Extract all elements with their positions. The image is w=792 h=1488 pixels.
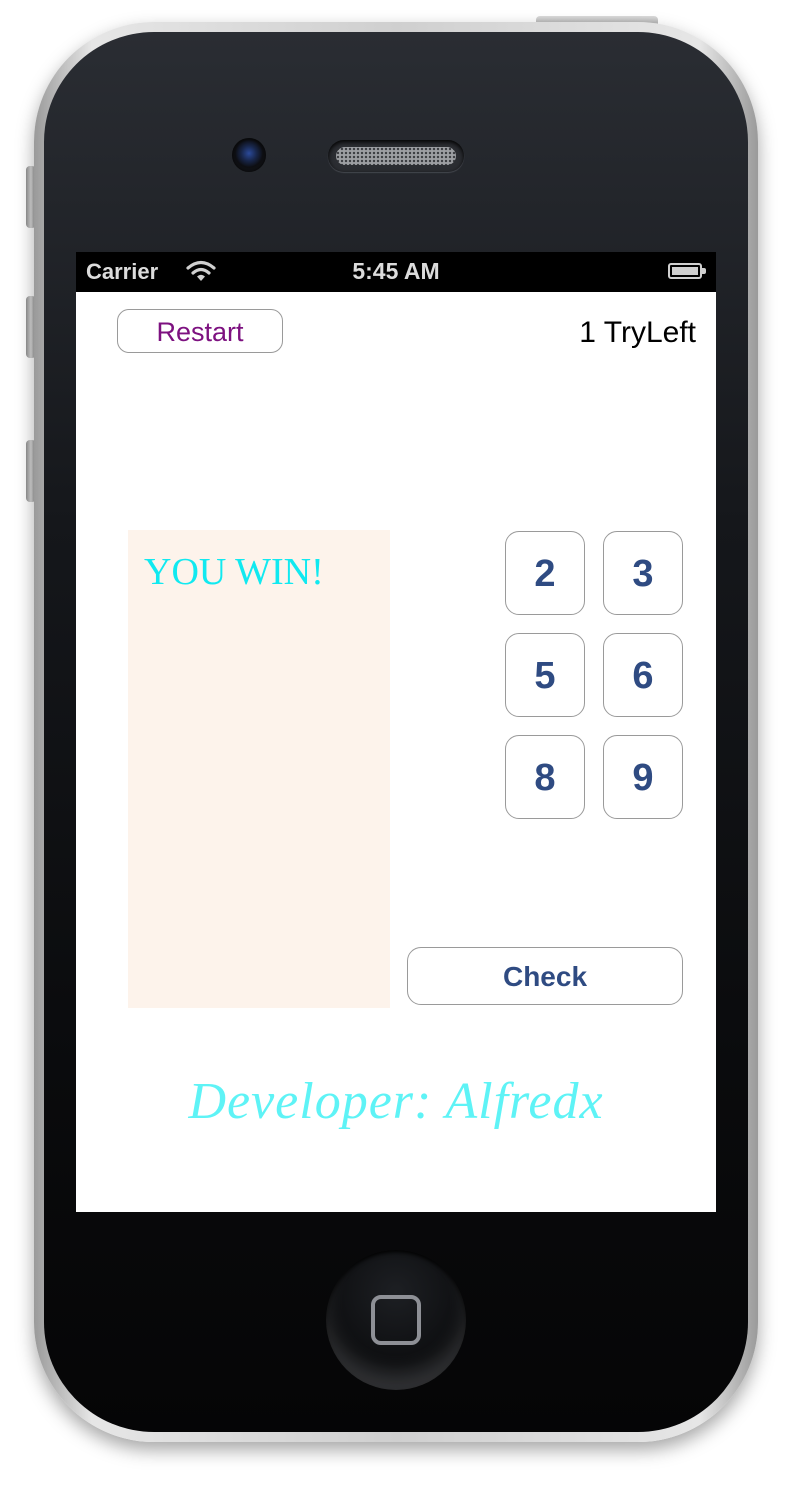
number-button-3[interactable]: 3 [603,531,683,615]
result-panel: YOU WIN! [128,530,390,1008]
tries-left-label: 1 TryLeft [579,316,696,349]
restart-button[interactable]: Restart [117,309,283,353]
number-button-2[interactable]: 2 [505,531,585,615]
home-button[interactable] [326,1250,466,1390]
number-button-9[interactable]: 9 [603,735,683,819]
developer-credit: Developer: Alfredx [188,1073,604,1130]
number-button-6[interactable]: 6 [603,633,683,717]
status-bar: Carrier 5:45 AM [76,252,716,292]
battery-icon [668,263,706,279]
status-time: 5:45 AM [352,258,440,284]
result-message: YOU WIN! [144,551,324,593]
camera-icon [232,138,266,172]
number-button-5[interactable]: 5 [505,633,585,717]
speaker-grill [328,140,464,172]
home-square-icon [371,1295,421,1345]
number-button-8[interactable]: 8 [505,735,585,819]
app-screen: Carrier 5:45 AM Restart 1 TryLeft YOU WI… [76,252,716,1212]
check-button[interactable]: Check [407,947,683,1005]
